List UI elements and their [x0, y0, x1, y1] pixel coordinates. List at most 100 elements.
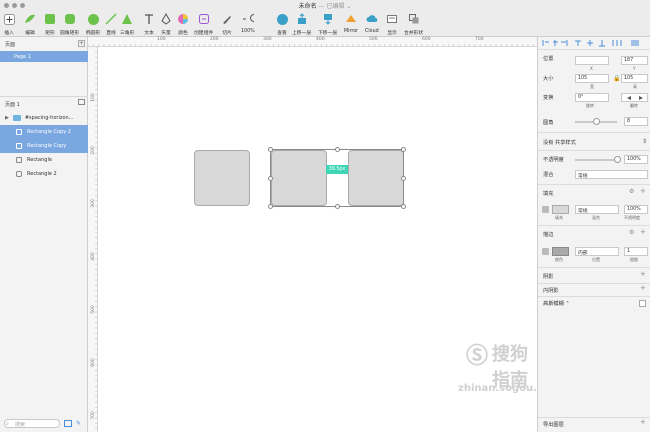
rounded-rectangle-tool[interactable]: 圆角矩形 — [60, 12, 79, 36]
rectangle-layer-icon — [16, 129, 22, 135]
lock-icon[interactable]: 🔒 — [613, 75, 620, 82]
border-width-input[interactable]: 1 — [624, 247, 648, 256]
opacity-label: 不透明度 — [543, 157, 564, 163]
display-button[interactable]: 显示 — [386, 12, 398, 36]
triangle-icon — [121, 13, 133, 25]
ruler-label: 400 — [316, 37, 325, 42]
height-sublabel: 高 — [633, 84, 637, 89]
blend-select[interactable]: 常规 — [575, 170, 648, 179]
color-button[interactable]: 颜色 — [177, 12, 189, 36]
rounded-rectangle-layer-icon — [16, 171, 22, 177]
forward-button[interactable]: 上移一层 — [292, 12, 311, 36]
page-item[interactable]: Page 1 — [0, 51, 88, 62]
flip-buttons[interactable] — [621, 93, 648, 102]
create-symbol-button[interactable]: 创建组件 — [194, 12, 213, 36]
oval-tool[interactable]: 椭圆形 — [86, 12, 100, 36]
resize-handle[interactable] — [335, 147, 340, 152]
layer-search-input[interactable]: 搜索 — [4, 419, 60, 428]
add-export-icon[interactable]: + — [640, 418, 646, 426]
blur-select[interactable]: 高斯模糊 ⌃ — [543, 300, 570, 307]
opacity-slider-knob[interactable] — [614, 156, 621, 163]
rectangle-shape[interactable] — [194, 150, 250, 206]
resize-handle[interactable] — [335, 204, 340, 209]
x-sublabel: X — [590, 66, 593, 71]
zoom-control[interactable]: 100% — [241, 12, 255, 36]
title-bar: 未命名 — 已编辑 ⌄ — [0, 0, 650, 10]
mirror-button[interactable]: Mirror — [344, 12, 358, 36]
gear-icon[interactable]: ⚙ — [629, 229, 634, 236]
view-button[interactable]: 查看 — [276, 12, 288, 36]
layer-item-rectangle[interactable]: Rectangle — [0, 153, 88, 167]
fill-opacity-sublabel: 不透明度 — [624, 215, 640, 220]
border-position-select[interactable]: 内部 — [575, 247, 619, 256]
divider — [538, 296, 650, 297]
edit-button[interactable]: 编辑 — [24, 12, 36, 36]
blur-checkbox[interactable] — [639, 300, 646, 307]
folder-icon — [12, 115, 21, 121]
x-input[interactable] — [575, 56, 609, 65]
backward-button[interactable]: 下移一层 — [318, 12, 337, 36]
resize-handle[interactable] — [401, 204, 406, 209]
collapse-icon[interactable] — [78, 99, 85, 105]
opacity-slider[interactable] — [575, 159, 619, 161]
cloud-button[interactable]: Cloud — [365, 12, 379, 36]
fill-opacity-input[interactable]: 100% — [624, 205, 648, 214]
position-label: 位置 — [543, 56, 554, 62]
color-wheel-icon — [177, 13, 189, 25]
radius-slider-knob[interactable] — [593, 118, 600, 125]
selection-box — [270, 149, 404, 207]
fill-blend-select[interactable]: 常规 — [575, 205, 619, 214]
resize-handle[interactable] — [268, 147, 273, 152]
width-input[interactable]: 105 — [575, 74, 609, 83]
insert-button[interactable]: 插入 — [3, 12, 15, 36]
border-color-swatch[interactable] — [552, 247, 569, 256]
resize-handle[interactable] — [401, 147, 406, 152]
layer-item-rectangle-copy-2[interactable]: Rectangle Copy 2 — [0, 125, 88, 139]
alignment-toolbar[interactable] — [541, 39, 649, 47]
opacity-input[interactable]: 100% — [624, 155, 648, 164]
y-sublabel: Y — [633, 66, 636, 71]
radius-input[interactable]: 8 — [624, 117, 648, 126]
resize-handle[interactable] — [268, 176, 273, 181]
gear-icon[interactable]: ⚙ — [629, 188, 634, 195]
line-tool[interactable]: 直线 — [105, 12, 117, 36]
slice-filter-icon[interactable]: ✎ — [76, 420, 81, 427]
layer-item-rectangle-copy[interactable]: Rectangle Copy — [0, 139, 88, 153]
slice-tool[interactable]: 切片 — [221, 12, 233, 36]
vector-tool[interactable]: 矢量 — [160, 12, 172, 36]
layer-item-rectangle-2[interactable]: Rectangle 2 — [0, 167, 88, 181]
blend-label: 混合 — [543, 172, 554, 178]
rotate-input[interactable]: 0° — [575, 93, 609, 102]
layer-label: #spacing-horizon... — [24, 115, 74, 121]
add-shadow-icon[interactable]: + — [640, 270, 646, 278]
shared-style-select[interactable]: 没有 共享样式 — [543, 139, 576, 146]
add-inner-shadow-icon[interactable]: + — [640, 284, 646, 292]
chevron-updown-icon[interactable]: ⇕ — [642, 138, 647, 145]
ruler-label: 500 — [369, 37, 378, 42]
combine-shapes-button[interactable]: 合并形状 — [404, 12, 423, 36]
y-input[interactable]: 187 — [621, 56, 648, 65]
display-icon — [386, 13, 398, 25]
add-page-button[interactable]: + — [78, 40, 85, 47]
fill-color-swatch[interactable] — [552, 205, 569, 214]
layer-item-group[interactable]: ▶ #spacing-horizon... — [0, 111, 88, 125]
globe-icon — [276, 13, 288, 25]
border-checkbox[interactable] — [542, 248, 549, 255]
rectangle-layer-icon — [16, 143, 22, 149]
border-color-sublabel: 颜色 — [555, 257, 563, 262]
width-sublabel: 宽 — [590, 84, 594, 89]
symbols-filter-icon[interactable] — [64, 420, 72, 427]
resize-handle[interactable] — [401, 176, 406, 181]
resize-handle[interactable] — [268, 204, 273, 209]
window-title: 未命名 — 已编辑 ⌄ — [298, 3, 352, 10]
canvas[interactable]: 39.5px Ⓢ 搜狗指南 zhinan.sogou.com — [98, 47, 560, 432]
triangle-tool[interactable]: 三角形 — [120, 12, 134, 36]
disclosure-triangle-icon[interactable]: ▶ — [5, 115, 9, 121]
fill-checkbox[interactable] — [542, 206, 549, 213]
ruler-label: 600 — [90, 358, 96, 367]
text-tool[interactable]: 文本 — [143, 12, 155, 36]
height-input[interactable]: 105 — [621, 74, 648, 83]
add-fill-icon[interactable]: + — [640, 187, 646, 195]
add-border-icon[interactable]: + — [640, 228, 646, 236]
rectangle-tool[interactable]: 矩形 — [44, 12, 56, 36]
